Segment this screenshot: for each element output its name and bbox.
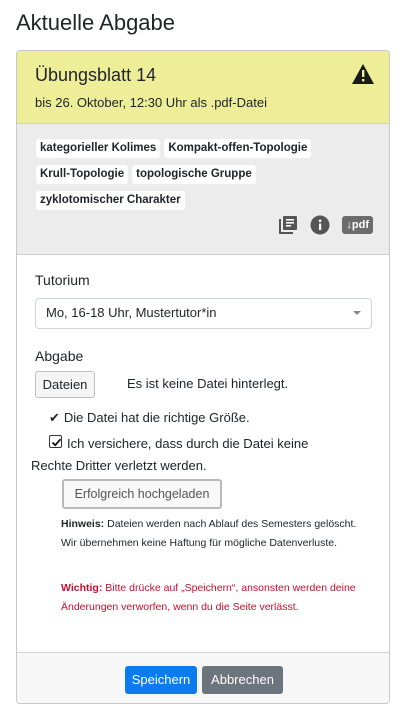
cancel-button[interactable]: Abbrechen — [202, 666, 283, 694]
tag[interactable]: zyklotomischer Charakter — [36, 191, 185, 210]
size-ok-text: Die Datei hat die richtige Größe. — [63, 410, 250, 425]
tag[interactable]: Krull-Topologie — [36, 165, 129, 184]
size-ok-status: ✔ Die Datei hat die richtige Größe. — [49, 410, 250, 426]
check-icon: ✔ — [49, 410, 60, 425]
warning-icon — [352, 64, 374, 84]
form-section: Tutorium Mo, 16-18 Uhr, Mustertutor*in A… — [17, 255, 389, 652]
tutorium-value: Mo, 16-18 Uhr, Mustertutor*in — [46, 305, 217, 320]
tag[interactable]: kategorieller Kolimes — [36, 139, 161, 158]
page-title: Aktuelle Abgabe — [16, 10, 176, 35]
pdf-download-button[interactable]: ↓pdf — [342, 216, 373, 234]
tags-section: kategorieller Kolimes Kompakt-offen-Topol… — [17, 124, 389, 255]
important-text: Wichtig: Bitte drücke auf „Speichern“, a… — [61, 579, 361, 617]
hint-label: Hinweis: — [61, 518, 105, 530]
warn-body: Bitte drücke auf „Speichern“, ansonsten … — [61, 582, 356, 613]
card-footer: Speichern Abbrechen — [17, 652, 389, 703]
info-icon[interactable] — [310, 215, 330, 235]
sheet-header: Übungsblatt 14 bis 26. Oktober, 12:30 Uh… — [17, 51, 389, 124]
hint-text: Hinweis: Dateien werden nach Ablauf des … — [61, 515, 361, 553]
save-button[interactable]: Speichern — [125, 666, 197, 694]
hint-body: Dateien werden nach Ablauf des Semesters… — [61, 518, 357, 549]
submission-card: Übungsblatt 14 bis 26. Oktober, 12:30 Uh… — [16, 50, 390, 704]
tag[interactable]: topologische Gruppe — [132, 165, 256, 184]
upload-status-button[interactable]: Erfolgreich hochgeladen — [62, 479, 222, 509]
tutorium-label: Tutorium — [35, 272, 90, 288]
tag[interactable]: Kompakt-offen-Topologie — [164, 139, 312, 158]
checkmark-icon — [51, 438, 62, 447]
no-file-status: Es ist keine Datei hinterlegt. — [127, 376, 289, 391]
warn-label: Wichtig: — [61, 582, 103, 594]
library-books-icon[interactable] — [278, 215, 298, 235]
file-select-button[interactable]: Dateien — [35, 371, 95, 398]
document-actions: ↓pdf — [278, 214, 373, 236]
assure-line-2: Rechte Dritter verletzt werden. — [31, 458, 207, 473]
tutorium-select[interactable]: Mo, 16-18 Uhr, Mustertutor*in — [35, 298, 372, 329]
rights-assurance-label: Ich versichere, dass durch die Datei kei… — [31, 433, 349, 477]
assure-line-1: Ich versichere, dass durch die Datei kei… — [67, 436, 309, 451]
rights-checkbox[interactable] — [49, 435, 62, 448]
abgabe-label: Abgabe — [35, 348, 84, 364]
chevron-down-icon — [353, 311, 361, 315]
sheet-deadline: bis 26. Oktober, 12:30 Uhr als .pdf-Date… — [35, 95, 267, 110]
tag-list: kategorieller Kolimes Kompakt-offen-Topol… — [36, 138, 336, 216]
sheet-title: Übungsblatt 14 — [35, 65, 157, 85]
